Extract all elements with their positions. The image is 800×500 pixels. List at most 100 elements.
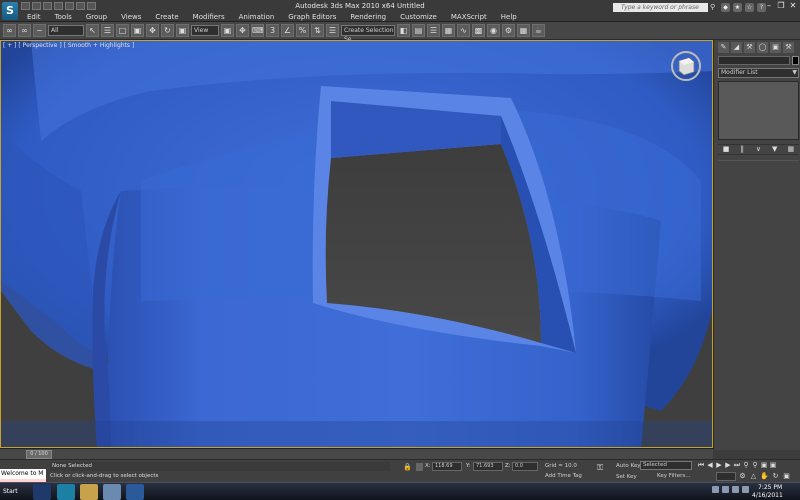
display-tab-icon[interactable]: ▣	[770, 42, 781, 53]
menu-views[interactable]: Views	[114, 12, 148, 22]
menu-modifiers[interactable]: Modifiers	[186, 12, 232, 22]
zoom-icon[interactable]: ⚲	[742, 461, 750, 470]
window-crossing-icon[interactable]: ▣	[131, 24, 144, 37]
start-button[interactable]: Start	[1, 484, 27, 500]
current-frame-field[interactable]	[716, 472, 736, 481]
modifier-list-dropdown[interactable]: Modifier List ▼	[718, 68, 799, 78]
edit-named-selection-icon[interactable]: ☰	[326, 24, 339, 37]
key-icon[interactable]: ⚿	[597, 463, 609, 472]
y-coordinate-field[interactable]: 71.693	[473, 462, 503, 471]
select-scale-icon[interactable]: ▣	[176, 24, 189, 37]
material-editor-icon[interactable]: ◉	[487, 24, 500, 37]
viewcube-icon[interactable]	[669, 49, 703, 83]
explorer-task-icon[interactable]	[80, 484, 98, 500]
create-tab-icon[interactable]: ✎	[718, 42, 729, 53]
pivot-center-icon[interactable]: ▣	[221, 24, 234, 37]
utilities-tab-icon[interactable]: ⚒	[783, 42, 794, 53]
motion-tab-icon[interactable]: ◯	[757, 42, 768, 53]
selection-lock-icon[interactable]: 🔒	[403, 463, 412, 471]
time-configuration-icon[interactable]: ⚙	[738, 472, 747, 481]
maximize-viewport-icon[interactable]: ▣	[782, 472, 791, 481]
key-filters-button[interactable]: Key Filters...	[657, 473, 690, 479]
go-to-start-icon[interactable]: ⏮	[697, 461, 705, 470]
network-icon[interactable]	[722, 486, 729, 493]
power-icon[interactable]	[742, 486, 749, 493]
minimize-icon[interactable]: –	[764, 1, 774, 10]
selection-filter-dropdown[interactable]: All	[48, 25, 84, 36]
timeline[interactable]: 0 / 100	[0, 448, 713, 459]
menu-help[interactable]: Help	[494, 12, 524, 22]
curve-editor-icon[interactable]: ∿	[457, 24, 470, 37]
link-icon[interactable]: ∞	[3, 24, 16, 37]
close-icon[interactable]: ✕	[788, 1, 798, 10]
tray-icon[interactable]	[712, 486, 719, 493]
x-coordinate-field[interactable]: 118.69	[432, 462, 462, 471]
reference-coordinate-dropdown[interactable]: View	[191, 25, 219, 36]
menu-rendering[interactable]: Rendering	[343, 12, 393, 22]
graphite-ribbon-icon[interactable]: ▦	[442, 24, 455, 37]
show-end-result-icon[interactable]: ‖	[738, 145, 747, 154]
zoom-extents-all-icon[interactable]: ▣	[769, 461, 777, 470]
perspective-viewport[interactable]: [ + ] [ Perspective ] [ Smooth + Highlig…	[0, 40, 713, 448]
menu-create[interactable]: Create	[148, 12, 185, 22]
volume-icon[interactable]	[732, 486, 739, 493]
mirror-icon[interactable]: ◧	[397, 24, 410, 37]
absolute-mode-icon[interactable]	[416, 463, 423, 471]
menu-edit[interactable]: Edit	[20, 12, 48, 22]
add-time-tag[interactable]: Add Time Tag	[545, 473, 582, 479]
percent-snap-icon[interactable]: %	[296, 24, 309, 37]
unlink-icon[interactable]: ∞	[18, 24, 31, 37]
subscription-icon[interactable]: ◆	[721, 3, 730, 12]
modify-tab-icon[interactable]: ◢	[731, 42, 742, 53]
next-frame-icon[interactable]: ▶	[724, 461, 732, 470]
orbit-icon[interactable]: ↻	[771, 472, 780, 481]
viewport-label[interactable]: [ + ] [ Perspective ] [ Smooth + Highlig…	[3, 42, 134, 49]
layer-manager-icon[interactable]: ☰	[427, 24, 440, 37]
rectangular-selection-icon[interactable]: □	[116, 24, 129, 37]
render-setup-icon[interactable]: ⚙	[502, 24, 515, 37]
app-task-icon[interactable]	[103, 484, 121, 500]
object-name-field[interactable]	[718, 56, 790, 65]
communication-icon[interactable]: ★	[733, 3, 742, 12]
time-slider[interactable]: 0 / 100	[26, 450, 52, 459]
z-coordinate-field[interactable]: 0.0	[512, 462, 538, 471]
set-key-button[interactable]: Set Key	[616, 474, 637, 480]
remove-modifier-icon[interactable]: ▼	[770, 145, 779, 154]
clock-date[interactable]: 4/16/2011	[752, 492, 783, 499]
menu-group[interactable]: Group	[79, 12, 114, 22]
photoshop-task-icon[interactable]	[33, 484, 51, 500]
play-icon[interactable]: ▶	[715, 461, 723, 470]
pan-icon[interactable]: ✋	[760, 472, 769, 481]
spinner-snap-icon[interactable]: ⇅	[311, 24, 324, 37]
bind-space-warp-icon[interactable]: ~	[33, 24, 46, 37]
hierarchy-tab-icon[interactable]: ⚒	[744, 42, 755, 53]
select-rotate-icon[interactable]: ↻	[161, 24, 174, 37]
go-to-end-icon[interactable]: ⏭	[733, 461, 741, 470]
image-viewer-task-icon[interactable]	[126, 484, 144, 500]
menu-animation[interactable]: Animation	[232, 12, 282, 22]
menu-graph-editors[interactable]: Graph Editors	[281, 12, 343, 22]
clock-time[interactable]: 7:25 PM	[758, 484, 782, 491]
3dsmax-task-icon[interactable]	[57, 484, 75, 500]
keyboard-shortcut-icon[interactable]: ⌨	[251, 24, 264, 37]
select-manipulate-icon[interactable]: ✥	[236, 24, 249, 37]
binoculars-icon[interactable]: ⚲	[710, 3, 719, 12]
configure-sets-icon[interactable]: ▦	[786, 145, 795, 154]
menu-tools[interactable]: Tools	[48, 12, 79, 22]
key-mode-dropdown[interactable]: Selected	[640, 461, 692, 470]
make-unique-icon[interactable]: ∨	[754, 145, 763, 154]
help-search-input[interactable]: Type a keyword or phrase	[613, 3, 708, 12]
render-production-icon[interactable]: ☕	[532, 24, 545, 37]
modifier-stack[interactable]	[718, 81, 799, 140]
menu-customize[interactable]: Customize	[393, 12, 444, 22]
snaps-toggle-icon[interactable]: 3	[266, 24, 279, 37]
rendered-frame-window-icon[interactable]: ▦	[517, 24, 530, 37]
favorites-icon[interactable]: ☆	[745, 3, 754, 12]
select-by-name-icon[interactable]: ☰	[101, 24, 114, 37]
menu-maxscript[interactable]: MAXScript	[444, 12, 494, 22]
zoom-extents-icon[interactable]: ▣	[760, 461, 768, 470]
named-selection-dropdown[interactable]: Create Selection Se	[341, 25, 395, 43]
select-object-icon[interactable]: ↖	[86, 24, 99, 37]
pin-stack-icon[interactable]: ■	[722, 145, 731, 154]
field-of-view-icon[interactable]: △	[749, 472, 758, 481]
